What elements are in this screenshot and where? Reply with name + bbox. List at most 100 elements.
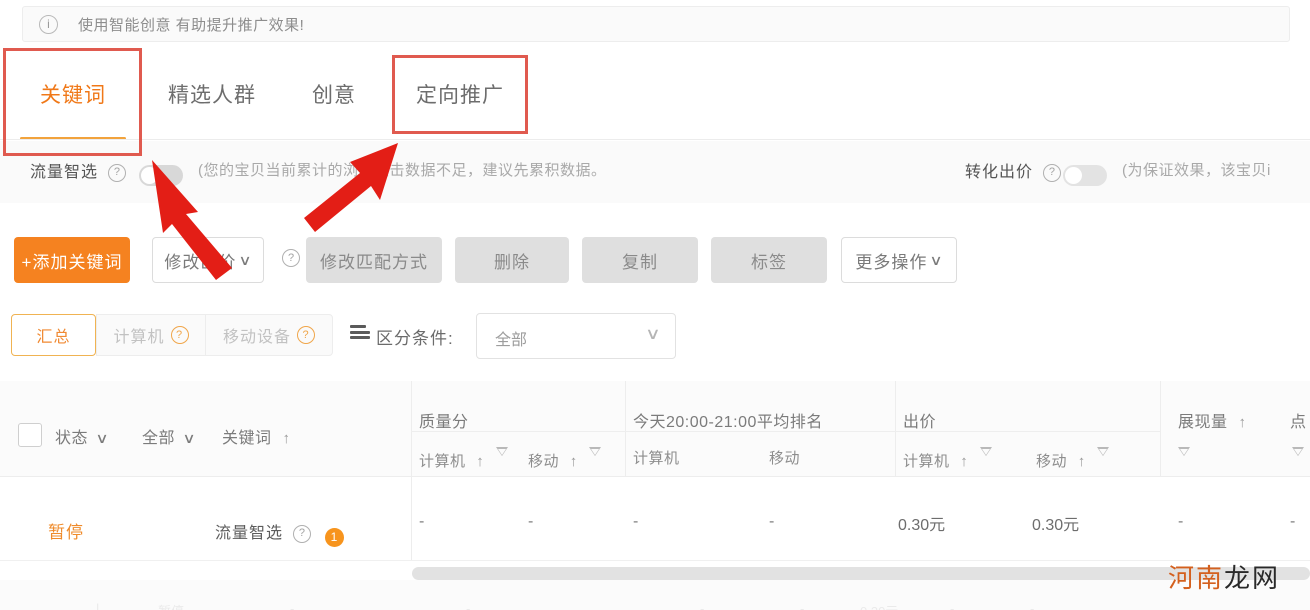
filter-funnel-icon[interactable] [1292,447,1310,467]
conversion-bid-label-text: 转化出价 [965,164,1034,181]
sort-asc-icon[interactable]: ↑ [960,453,968,470]
subheader-quality-pc[interactable]: 计算机 ↑ [419,447,520,471]
row-status-badge: 暂停 [48,523,84,542]
filter-condition-select[interactable]: 全部 ∨ [476,313,676,359]
header-scope-dropdown[interactable]: 全部 ∨ [142,424,196,448]
help-circle-icon-row-keyword[interactable]: ? [293,524,312,543]
subheader-bid-pc[interactable]: 计算机 ↑ [903,447,1004,471]
column-separator [411,381,412,477]
tab-bar: 关键词 精选人群 创意 定向推广 [0,48,1310,140]
tab-target-promotion-label: 定向推广 [416,84,504,107]
header-impressions-label: 展现量 [1178,414,1228,431]
subheader-quality-mobile[interactable]: 移动 ↑ [528,447,613,471]
header-scope-label: 全部 [142,430,176,447]
subheader-quality-pc-label: 计算机 [419,453,466,470]
cell-quality-mobile: - [528,513,534,530]
delete-button[interactable]: 删除 [455,237,569,283]
table-row[interactable]: - - - - 0.30元 0.30元 - - [0,477,1310,561]
header-group-divider [411,431,625,432]
segment-computer-label: 计算机 [113,329,165,346]
sort-asc-icon[interactable]: ↑ [282,430,290,447]
modify-match-type-label: 修改匹配方式 [320,252,428,272]
filter-funnel-icon[interactable] [1178,447,1202,467]
smart-flow-row: 流量智选 ? (您的宝贝当前累计的浏览点击数据不足，建议先累积数据。 转化出价 … [0,141,1310,203]
conversion-bid-toggle[interactable] [1063,165,1107,186]
row-keyword-badge: 1 [324,527,344,547]
cell-bid-mobile: 0.30元 [1032,517,1080,534]
notice-banner: i 使用智能创意 有助提升推广效果! [22,6,1290,42]
header-avg-rank[interactable]: 今天20:00-21:00平均排名 [633,408,823,432]
info-circle-icon: i [39,14,58,34]
row-keyword-text: 流量智选 [215,525,284,542]
sort-asc-icon[interactable]: ↑ [1078,453,1086,470]
header-impressions-filter[interactable] [1178,447,1202,470]
cell-impressions: - [1178,513,1184,530]
sort-asc-icon[interactable]: ↑ [476,453,484,470]
header-quality-score[interactable]: 质量分 [419,408,469,432]
cell-clicks: - [1290,513,1296,530]
smart-flow-label: 流量智选 ? [30,158,127,182]
filter-funnel-icon[interactable] [1097,447,1121,467]
more-actions-button[interactable]: 更多操作 ∨ [841,237,957,283]
segment-mobile-device[interactable]: 移动设备 ? [205,314,333,356]
smart-flow-toggle[interactable] [139,165,183,186]
header-clicks[interactable]: 点 [1290,408,1307,432]
column-separator [1160,381,1161,477]
select-all-checkbox[interactable] [18,423,42,447]
sort-asc-icon[interactable]: ↑ [1238,414,1246,431]
subheader-rank-pc[interactable]: 计算机 [633,447,680,468]
header-bid[interactable]: 出价 [903,408,936,432]
header-keyword-sort[interactable]: 关键词 ↑ [222,424,290,448]
tag-label: 标签 [751,252,787,272]
help-circle-icon-computer[interactable]: ? [170,326,189,344]
next-row-partial: | 暂停 - - - - 0.30元 - - [96,601,1035,610]
tab-keyword[interactable]: 关键词 [6,48,140,140]
modify-match-type-button[interactable]: 修改匹配方式 [306,237,442,283]
page-root: i 使用智能创意 有助提升推广效果! 关键词 精选人群 创意 定向推广 流量智选… [0,0,1310,610]
copy-button[interactable]: 复制 [582,237,698,283]
add-keyword-button[interactable]: +添加关键词 [14,237,130,283]
tag-button[interactable]: 标签 [711,237,827,283]
header-impressions[interactable]: 展现量 ↑ [1178,408,1246,432]
segment-computer[interactable]: 计算机 ? [96,314,206,356]
help-circle-icon-mobile-device[interactable]: ? [297,326,315,344]
column-separator [411,477,412,561]
tab-selected-audience[interactable]: 精选人群 [148,48,276,140]
header-clicks-filter[interactable] [1292,447,1310,470]
help-circle-icon-conversion-bid[interactable]: ? [1043,163,1062,182]
chevron-down-icon-filter: ∨ [645,326,662,343]
notice-text: 使用智能创意 有助提升推广效果! [78,16,305,34]
chevron-down-icon-status: ∨ [95,430,110,446]
add-keyword-label: +添加关键词 [21,252,123,272]
modify-bid-button[interactable]: 修改出价 ∨ [152,237,264,283]
subheader-bid-mobile[interactable]: 移动 ↑ [1036,447,1121,471]
tab-target-promotion[interactable]: 定向推广 [394,48,526,140]
tab-creative-label: 创意 [312,84,356,107]
header-group-divider [625,431,895,432]
subheader-rank-mobile[interactable]: 移动 [769,447,800,468]
watermark-part-2: 龙网 [1224,563,1281,593]
tab-creative[interactable]: 创意 [292,48,376,140]
column-separator [895,381,896,477]
row-keyword-name[interactable]: 流量智选 ? 1 [215,519,344,547]
filter-funnel-icon[interactable] [979,447,1004,467]
cell-rank-pc: - [633,513,639,530]
copy-label: 复制 [622,252,658,272]
sort-asc-icon[interactable]: ↑ [570,453,578,470]
cell-bid-pc: 0.30元 [898,517,946,534]
filter-funnel-icon[interactable] [589,447,613,467]
header-keyword-label: 关键词 [222,430,272,447]
chevron-down-icon-modify-bid: ∨ [238,251,254,268]
help-circle-icon-modify-bid[interactable]: ? [282,249,300,267]
cell-quality-pc: - [419,513,425,530]
conversion-bid-hint: (为保证效果，该宝贝i [1122,162,1271,179]
filter-funnel-icon[interactable] [495,447,520,467]
help-circle-icon-smart-flow[interactable]: ? [108,163,127,182]
column-separator [625,381,626,477]
table-header: 质量分 今天20:00-21:00平均排名 出价 计算机 ↑ 移动 ↑ 计算机 … [0,381,1310,477]
header-status-dropdown[interactable]: 状态 ∨ [55,424,110,448]
segment-summary[interactable]: 汇总 [11,314,96,356]
watermark-part-1: 河南 [1168,563,1225,593]
tab-keyword-label: 关键词 [40,84,106,107]
segment-summary-label: 汇总 [36,329,71,346]
